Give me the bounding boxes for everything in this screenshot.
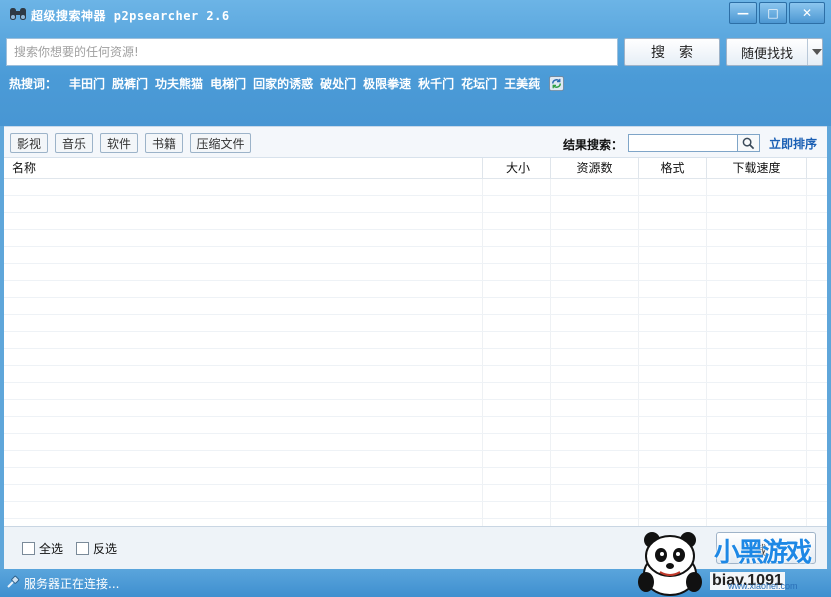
select-all-checkbox[interactable]: 全选 (22, 540, 63, 557)
table-row (4, 264, 827, 281)
category-music-button[interactable]: 音乐 (55, 133, 93, 153)
table-row (4, 281, 827, 298)
sort-now-link[interactable]: 立即排序 (769, 135, 817, 152)
maximize-button[interactable]: □ (759, 2, 787, 24)
result-search-input[interactable] (628, 134, 738, 152)
table-row (4, 213, 827, 230)
table-row (4, 179, 827, 196)
table-row (4, 417, 827, 434)
hot-keyword[interactable]: 回家的诱惑 (253, 75, 313, 92)
minimize-button[interactable]: — (729, 2, 757, 24)
table-row (4, 298, 827, 315)
invert-selection-checkbox[interactable]: 反选 (76, 540, 117, 557)
column-header-format[interactable]: 格式 (639, 158, 707, 178)
search-button[interactable]: 搜索 (624, 38, 720, 66)
hot-keyword[interactable]: 极限拳速 (363, 75, 411, 92)
category-toolbar: 影视 音乐 软件 书籍 压缩文件 结果搜索： 立即排序 (4, 126, 827, 158)
random-search-button[interactable]: 随便找找 (726, 38, 823, 66)
table-row (4, 247, 827, 264)
column-header-name[interactable]: 名称 (4, 158, 483, 178)
hot-keyword[interactable]: 破处门 (320, 75, 356, 92)
column-header-sources[interactable]: 资源数 (551, 158, 639, 178)
category-books-button[interactable]: 书籍 (145, 133, 183, 153)
dropdown-divider (807, 39, 808, 65)
watermark-url: www.xiaohei.com (728, 581, 798, 591)
hot-keyword[interactable]: 王美莼 (504, 75, 540, 92)
table-row (4, 468, 827, 485)
category-software-button[interactable]: 软件 (100, 133, 138, 153)
title-bar: 超级搜索神器 p2psearcher 2.6 — □ ✕ (0, 0, 831, 30)
close-button[interactable]: ✕ (789, 2, 825, 24)
table-header: 名称 大小 资源数 格式 下载速度 (4, 158, 827, 179)
hot-keywords: 热搜词： 丰田门 脱裤门 功夫熊猫 电梯门 回家的诱惑 破处门 极限拳速 秋千门… (9, 74, 565, 92)
table-row (4, 230, 827, 247)
window-controls: — □ ✕ (727, 2, 825, 24)
table-row (4, 451, 827, 468)
watermark: biav.1091 小黑游戏 www.xiaohei.com (630, 526, 831, 597)
hot-keyword[interactable]: 电梯门 (210, 75, 246, 92)
panda-logo-icon (638, 532, 702, 596)
window-title: 超级搜索神器 p2psearcher 2.6 (31, 9, 230, 23)
chevron-down-icon[interactable] (812, 49, 822, 55)
table-row (4, 383, 827, 400)
hot-keyword[interactable]: 秋千门 (418, 75, 454, 92)
hot-keyword[interactable]: 功夫熊猫 (155, 75, 203, 92)
hot-keywords-label: 热搜词： (9, 76, 58, 91)
category-video-button[interactable]: 影视 (10, 133, 48, 153)
search-icon (742, 137, 755, 149)
table-row (4, 332, 827, 349)
table-row (4, 485, 827, 502)
hot-keyword[interactable]: 脱裤门 (112, 75, 148, 92)
table-row (4, 400, 827, 417)
select-all-label: 全选 (39, 542, 64, 556)
hot-keyword[interactable]: 丰田门 (69, 75, 105, 92)
column-header-size[interactable]: 大小 (483, 158, 551, 178)
table-row (4, 315, 827, 332)
hot-keyword[interactable]: 花坛门 (461, 75, 497, 92)
result-search-button[interactable] (738, 134, 760, 152)
watermark-brand-text: 小黑游戏 (714, 538, 812, 568)
binoculars-icon (10, 8, 26, 20)
table-row (4, 502, 827, 519)
search-input[interactable] (6, 38, 618, 66)
table-body (4, 179, 827, 527)
category-archive-button[interactable]: 压缩文件 (190, 133, 251, 153)
refresh-icon[interactable] (549, 75, 565, 91)
checkbox-box[interactable] (76, 542, 89, 555)
column-header-speed[interactable]: 下载速度 (707, 158, 807, 178)
table-row (4, 196, 827, 213)
table-row (4, 434, 827, 451)
status-text: 服务器正在连接... (24, 577, 120, 591)
connection-icon (7, 575, 20, 588)
table-row (4, 349, 827, 366)
checkbox-box[interactable] (22, 542, 35, 555)
result-search-label: 结果搜索： (563, 138, 624, 152)
results-table: 名称 大小 资源数 格式 下载速度 (4, 157, 827, 527)
table-row (4, 366, 827, 383)
random-search-label: 随便找找 (740, 46, 793, 62)
invert-selection-label: 反选 (93, 542, 118, 556)
